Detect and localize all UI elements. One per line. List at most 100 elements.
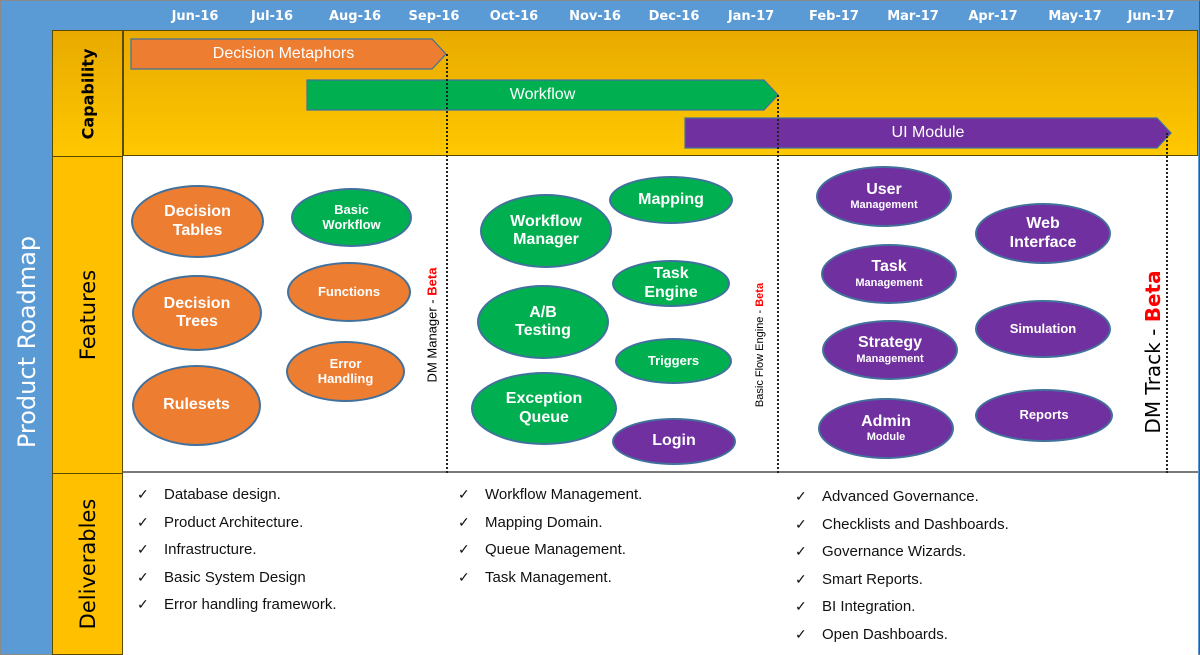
feature-basic-workflow: Basic Workflow	[291, 188, 412, 247]
feature-label: Handling	[317, 370, 374, 386]
feature-label: Strategy	[857, 334, 923, 352]
feature-decision-trees: Decision Trees	[132, 275, 262, 351]
lane-header-deliverables: Deliverables	[52, 473, 123, 655]
check-icon: ✓	[458, 541, 470, 558]
check-icon: ✓	[795, 488, 807, 505]
bar-label: Decision Metaphors	[212, 45, 355, 62]
month-label: Apr-17	[968, 9, 1018, 24]
bar-label: UI Module	[891, 124, 965, 141]
deliverable-text: Checklists and Dashboards.	[822, 515, 1009, 533]
feature-label: Management	[856, 352, 924, 365]
feature-label: Workflow	[322, 216, 381, 232]
feature-exception-queue: Exception Queue	[471, 372, 617, 445]
milestone-label-dm-track: DM Track - Beta	[1141, 270, 1165, 433]
milestone-line	[777, 95, 779, 473]
month-label: Jun-16	[171, 9, 219, 24]
deliverable-text: Infrastructure.	[164, 541, 257, 559]
feature-label: Module	[866, 431, 906, 444]
feature-triggers: Triggers	[615, 338, 732, 384]
feature-label: A/B	[529, 303, 557, 321]
feature-task-management: Task Management	[821, 244, 957, 304]
check-icon: ✓	[137, 486, 149, 503]
feature-label: Simulation	[1009, 320, 1077, 336]
lane-label: Features	[75, 269, 100, 361]
month-label: Oct-16	[489, 9, 539, 24]
feature-decision-tables: Decision Tables	[131, 185, 264, 258]
month-label: Mar-17	[887, 9, 939, 24]
milestone-name: DM Track	[1141, 342, 1165, 434]
deliverable-text: Product Architecture.	[164, 513, 304, 531]
milestone-separator: -	[1141, 322, 1165, 343]
feature-login: Login	[612, 418, 736, 465]
lane-label: Deliverables	[75, 498, 100, 630]
milestone-separator: -	[754, 306, 766, 317]
feature-simulation: Simulation	[975, 300, 1111, 358]
feature-ab-testing: A/B Testing	[477, 285, 609, 359]
feature-label: Manager	[513, 231, 579, 248]
feature-label: Workflow	[510, 212, 582, 230]
deliverable-item: ✓ Smart Reports.	[795, 566, 1009, 594]
feature-label: Exception	[505, 390, 583, 408]
deliverable-item: ✓ Mapping Domain.	[458, 509, 642, 537]
check-icon: ✓	[458, 568, 470, 585]
deliverable-item: ✓ Database design.	[137, 481, 337, 509]
capability-bar-decision-metaphors[interactable]: Decision Metaphors	[130, 38, 447, 70]
milestone-label-basic-flow-engine: Basic Flow Engine - Beta	[754, 283, 766, 407]
feature-mapping: Mapping	[609, 176, 733, 224]
feature-label: Management	[850, 199, 918, 212]
feature-error-handling: Error Handling	[286, 341, 405, 402]
deliverable-text: Advanced Governance.	[822, 488, 979, 506]
month-label: Feb-17	[809, 9, 859, 24]
milestone-status: Beta	[1141, 270, 1165, 323]
check-icon: ✓	[795, 515, 807, 532]
deliverable-text: Governance Wizards.	[822, 543, 967, 561]
feature-task-engine: Task Engine	[612, 260, 730, 307]
feature-label: Management	[855, 276, 923, 289]
check-icon: ✓	[137, 568, 149, 585]
feature-strategy-management: Strategy Management	[822, 320, 958, 380]
feature-functions: Functions	[287, 262, 411, 322]
feature-rulesets: Rulesets	[132, 365, 261, 446]
milestone-status: Beta	[754, 282, 766, 307]
deliverable-text: Smart Reports.	[822, 570, 923, 588]
feature-label: Admin	[861, 412, 911, 430]
feature-label: Trees	[176, 313, 218, 330]
milestone-line	[1166, 133, 1168, 473]
milestone-separator: -	[424, 295, 440, 308]
page-title: Product Roadmap	[13, 235, 41, 449]
capability-bar-workflow[interactable]: Workflow	[306, 79, 779, 111]
deliverable-item: ✓ Governance Wizards.	[795, 538, 1009, 566]
month-label: Dec-16	[648, 9, 700, 24]
check-icon: ✓	[458, 513, 470, 530]
check-icon: ✓	[795, 625, 807, 642]
feature-label: Engine	[644, 283, 698, 301]
deliverable-item: ✓ Queue Management.	[458, 536, 642, 564]
feature-label: Testing	[515, 322, 571, 339]
milestone-name: DM Manager	[424, 307, 440, 383]
deliverable-item: ✓ Task Management.	[458, 564, 642, 592]
feature-label: Decision	[163, 294, 231, 312]
check-icon: ✓	[458, 486, 470, 503]
deliverable-text: Workflow Management.	[485, 486, 643, 504]
check-icon: ✓	[795, 570, 807, 587]
bar-label: Workflow	[509, 86, 576, 103]
milestone-line	[446, 54, 448, 473]
deliverable-item: ✓ Error handling framework.	[137, 591, 337, 619]
deliverable-text: Queue Management.	[485, 541, 626, 559]
lane-header-capability: Capability	[52, 30, 123, 157]
milestone-status: Beta	[424, 267, 440, 296]
capability-bar-ui-module[interactable]: UI Module	[684, 117, 1172, 149]
feature-label: Basic	[334, 201, 369, 217]
feature-label: Interface	[1009, 233, 1077, 251]
deliverable-item: ✓ Workflow Management.	[458, 481, 642, 509]
month-label: May-17	[1048, 9, 1102, 24]
month-label: Jan-17	[727, 9, 775, 24]
feature-label: Functions	[317, 283, 381, 299]
feature-label: Decision	[164, 203, 231, 221]
feature-label: Queue	[519, 408, 569, 426]
month-label: Jun-17	[1127, 9, 1175, 24]
feature-label: User	[866, 180, 902, 198]
milestone-label-dm-manager: DM Manager - Beta	[425, 268, 440, 383]
feature-admin-module: Admin Module	[818, 398, 954, 459]
deliverable-text: Open Dashboards.	[822, 625, 948, 643]
